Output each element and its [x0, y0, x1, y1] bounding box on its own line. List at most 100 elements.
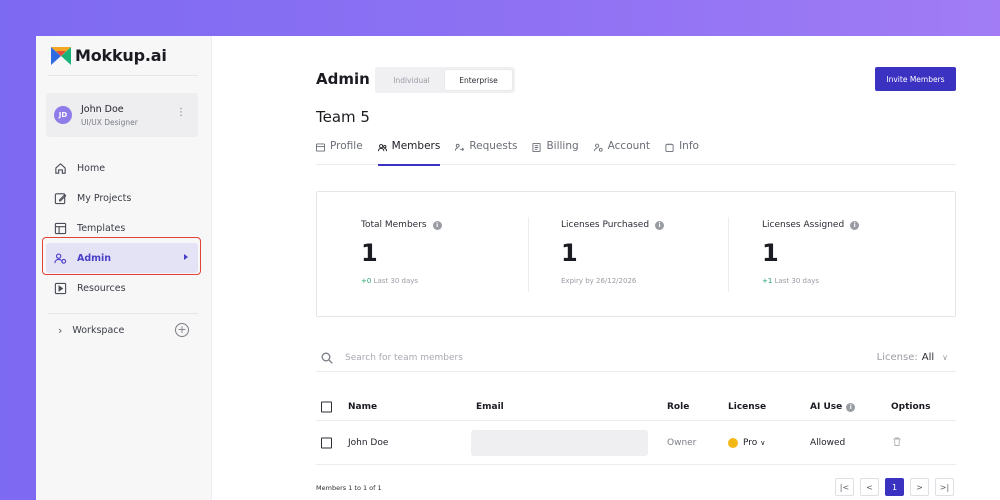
highlight-outline	[42, 237, 201, 275]
home-icon	[55, 162, 66, 174]
ai-use-value: Allowed	[810, 437, 846, 448]
play-icon	[54, 282, 67, 294]
first-page-button[interactable]: |<	[835, 478, 854, 496]
page-title: Admin	[316, 70, 370, 88]
user-role: UI/UX Designer	[81, 117, 138, 127]
tab-bar: Profile Members Requests Billing Account…	[316, 140, 956, 166]
search-input[interactable]	[345, 352, 645, 363]
search-icon	[321, 352, 333, 364]
stat-delta: +0	[361, 277, 372, 285]
divider	[48, 75, 198, 76]
info-icon[interactable]: i	[655, 220, 665, 230]
tab-label: Account	[607, 140, 651, 152]
stat-value: 1	[561, 239, 578, 267]
stat-licenses-assigned: Licenses Assigned i 1 +1 Last 30 days	[762, 220, 932, 285]
sidebar-item-label: Resources	[77, 282, 126, 294]
stat-label: Licenses Assigned	[762, 220, 845, 230]
brand-name: Mokkup.ai	[75, 46, 167, 65]
tab-label: Requests	[469, 140, 518, 152]
member-email-redacted	[471, 429, 648, 456]
stats-card: Total Members i 1 +0 Last 30 days License…	[316, 191, 956, 317]
page-1-button[interactable]: 1	[885, 478, 904, 496]
edit-icon	[54, 192, 67, 204]
last-page-button[interactable]: >|	[935, 478, 954, 496]
tab-label: Billing	[546, 140, 579, 152]
logo-icon	[51, 46, 71, 65]
info-icon[interactable]: i	[850, 220, 860, 230]
tab-label: Profile	[330, 140, 363, 152]
stat-value: 1	[762, 239, 779, 267]
column-header-label: AI Use	[810, 402, 843, 412]
search-bar: License: All ∨	[316, 344, 956, 372]
divider	[728, 217, 729, 292]
prev-page-button[interactable]: <	[860, 478, 879, 496]
chevron-down-icon: ∨	[760, 438, 766, 447]
invite-members-button[interactable]: Invite Members	[875, 67, 956, 91]
stat-sub: Expiry by 26/12/2026	[561, 277, 637, 285]
tab-billing[interactable]: Billing	[532, 140, 579, 165]
stat-sub: Last 30 days	[373, 277, 419, 285]
tab-account[interactable]: Account	[593, 140, 651, 165]
plan-segmented-control: Individual Enterprise	[375, 67, 515, 93]
table-header-row: Name Email Role License AI Use i Options	[316, 394, 956, 421]
members-icon	[377, 144, 387, 152]
chevron-down-icon: ∨	[942, 353, 948, 362]
template-icon	[54, 222, 67, 234]
select-all-checkbox[interactable]	[321, 401, 332, 413]
pagination: |< < 1 > >|	[835, 478, 960, 496]
row-checkbox[interactable]	[321, 437, 332, 448]
tab-label: Info	[679, 140, 699, 152]
tab-profile[interactable]: Profile	[316, 140, 363, 165]
sidebar-item-my-projects[interactable]: My Projects	[46, 183, 198, 213]
app-window: Mokkup.ai JD John Doe UI/UX Designer ⋮ H…	[36, 36, 1000, 500]
sidebar-nav: Home My Projects Templates Admin Resourc…	[46, 153, 198, 303]
segment-enterprise[interactable]: Enterprise	[445, 70, 512, 90]
members-table: Name Email Role License AI Use i Options…	[316, 394, 956, 465]
license-filter-dropdown[interactable]: License: All ∨	[877, 352, 948, 363]
team-title: Team 5	[316, 108, 370, 126]
column-header[interactable]: Role	[667, 402, 689, 412]
member-name: John Doe	[348, 437, 389, 448]
sidebar-item-label: My Projects	[77, 192, 132, 204]
pagination-summary: Members 1 to 1 of 1	[316, 484, 382, 492]
table-row[interactable]: John Doe Owner Pro ∨ Allowed	[316, 421, 956, 465]
add-workspace-icon[interactable]: +	[175, 323, 189, 337]
kebab-menu-icon[interactable]: ⋮	[176, 108, 186, 118]
user-profile-card[interactable]: JD John Doe UI/UX Designer ⋮	[46, 93, 198, 137]
column-header[interactable]: License	[728, 402, 766, 412]
account-icon	[593, 143, 603, 152]
sidebar-item-home[interactable]: Home	[46, 153, 198, 183]
tab-members[interactable]: Members	[377, 140, 440, 166]
workspace-label: Workspace	[72, 325, 125, 336]
stat-delta: +1	[762, 277, 773, 285]
segment-individual[interactable]: Individual	[378, 70, 445, 90]
stat-licenses-purchased: Licenses Purchased i 1 Expiry by 26/12/20…	[561, 220, 731, 285]
filter-label: License:	[876, 352, 918, 363]
crown-icon	[728, 437, 738, 448]
requests-icon	[455, 143, 465, 151]
tab-requests[interactable]: Requests	[455, 140, 517, 165]
info-icon[interactable]: i	[846, 402, 856, 412]
divider	[48, 313, 198, 314]
delete-button[interactable]	[893, 437, 901, 449]
tab-info[interactable]: Info	[665, 140, 699, 165]
brand-logo[interactable]: Mokkup.ai	[51, 46, 167, 65]
column-header[interactable]: Email	[476, 402, 504, 412]
column-header[interactable]: Name	[348, 402, 377, 412]
info-icon	[665, 143, 674, 152]
chevron-right-icon[interactable]: ›	[58, 324, 62, 337]
sidebar-item-label: Templates	[77, 222, 126, 234]
profile-icon	[316, 143, 325, 152]
trash-icon	[893, 437, 901, 446]
sidebar-item-resources[interactable]: Resources	[46, 273, 198, 303]
billing-icon	[532, 143, 542, 152]
workspace-section[interactable]: › Workspace +	[58, 323, 198, 337]
divider	[528, 217, 529, 292]
stat-sub: Last 30 days	[774, 277, 820, 285]
next-page-button[interactable]: >	[910, 478, 929, 496]
license-value: Pro	[743, 437, 758, 448]
license-dropdown[interactable]: Pro ∨	[728, 437, 766, 448]
main-content: Admin Individual Enterprise Invite Membe…	[212, 36, 1000, 500]
column-header-ai-use[interactable]: AI Use i	[810, 402, 856, 412]
info-icon[interactable]: i	[432, 220, 442, 230]
